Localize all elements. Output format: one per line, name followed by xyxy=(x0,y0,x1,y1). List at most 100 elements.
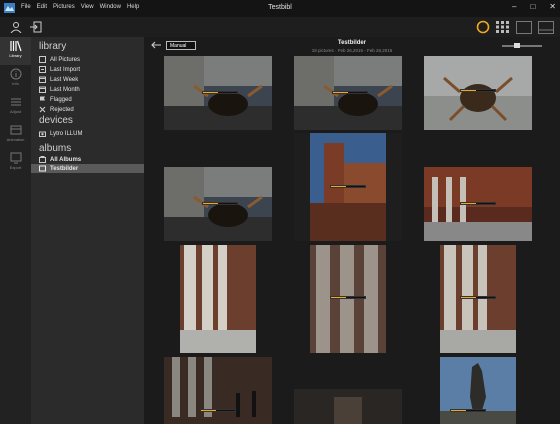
window-title: Testbibl xyxy=(268,4,292,11)
grid-view-icon[interactable] xyxy=(496,21,510,33)
minimize-button[interactable]: – xyxy=(512,2,516,11)
animation-icon xyxy=(10,125,21,135)
progress-fill xyxy=(203,92,219,93)
x-icon xyxy=(39,106,46,113)
album-icon xyxy=(39,165,46,172)
devices-heading: devices xyxy=(39,115,73,126)
progress-fill xyxy=(331,297,347,298)
sidebar-item-lytro-illum[interactable]: Lytro ILLUM xyxy=(39,129,143,138)
photo-crab-sky xyxy=(424,56,532,130)
thumbnail[interactable] xyxy=(424,167,532,241)
photo-grid-area: Manual Testbilder 19 pictures · Feb 26,2… xyxy=(144,37,560,424)
progress-bar xyxy=(330,296,366,299)
progress-bar xyxy=(460,296,496,299)
photo-columns-blur xyxy=(310,245,386,353)
sidebar-item-last-week[interactable]: Last Week xyxy=(39,75,143,84)
sidebar-item-all-albums[interactable]: All Albums xyxy=(39,155,143,164)
album-subtitle: 19 pictures · Feb 26,2015 - Feb 26,2015 xyxy=(311,48,393,53)
album-title: Testbilder xyxy=(337,40,367,46)
photo-dark xyxy=(294,389,402,424)
photo-columns-people xyxy=(164,357,272,424)
progress-fill xyxy=(203,203,219,204)
thumbnail[interactable] xyxy=(294,56,402,130)
calendar-icon xyxy=(39,76,46,83)
single-view-icon[interactable] xyxy=(516,20,532,34)
progress-bar xyxy=(460,89,496,92)
sidebar-item-label: Last Month xyxy=(50,86,80,93)
progress-bar xyxy=(202,91,238,94)
progress-fill xyxy=(201,410,217,411)
rail-library-label: Library xyxy=(9,53,22,58)
sidebar-item-label: All Pictures xyxy=(50,56,81,63)
rail-adjust[interactable]: Adjust xyxy=(0,93,31,121)
progress-bar xyxy=(330,185,366,188)
title-bar: File Edit Pictures View Window Help Test… xyxy=(0,0,560,17)
sidebar-item-label: Testbilder xyxy=(50,165,79,172)
thumbnail[interactable] xyxy=(180,245,256,353)
zoom-slider-knob[interactable] xyxy=(514,43,520,48)
user-icon[interactable] xyxy=(10,21,22,33)
thumbnail[interactable] xyxy=(440,245,516,353)
thumbnail[interactable] xyxy=(310,245,386,353)
progress-fill xyxy=(331,186,347,187)
sidebar-item-label: Rejected xyxy=(50,106,74,113)
thumbnail[interactable] xyxy=(424,56,532,130)
thumbnail[interactable] xyxy=(440,357,516,424)
sidebar-item-last-month[interactable]: Last Month xyxy=(39,85,143,94)
sidebar-item-label: All Albums xyxy=(50,156,82,163)
rail-info[interactable]: Info xyxy=(0,65,31,93)
library-icon xyxy=(9,40,22,52)
sidebar-item-label: Flagged xyxy=(50,96,72,103)
photo-statue xyxy=(440,357,516,424)
progress-bar xyxy=(202,202,238,205)
rail-library[interactable]: Library xyxy=(0,37,31,65)
toolbar xyxy=(0,17,560,37)
progress-fill xyxy=(461,203,477,204)
progress-bar xyxy=(200,409,236,412)
camera-icon xyxy=(39,131,46,137)
maximize-button[interactable]: □ xyxy=(530,2,535,11)
progress-fill xyxy=(451,410,467,411)
rail-animation-label: Animation xyxy=(6,137,25,142)
module-rail: Library Info Adjust Animation Export xyxy=(0,37,31,424)
sidebar-item-testbilder[interactable]: Testbilder xyxy=(31,164,144,173)
photo-columns xyxy=(440,245,516,353)
rail-export-label: Export xyxy=(9,165,22,170)
sidebar: library All Pictures Last Import Last We… xyxy=(31,37,144,424)
pictures-icon xyxy=(39,56,46,63)
progress-fill xyxy=(461,297,477,298)
zoom-slider[interactable] xyxy=(502,45,542,47)
sidebar-item-label: Lytro ILLUM xyxy=(50,130,83,137)
sidebar-item-flagged[interactable]: Flagged xyxy=(39,95,143,104)
compare-view-icon[interactable] xyxy=(538,20,554,34)
albums-heading: albums xyxy=(39,143,72,154)
thumbnail[interactable] xyxy=(164,56,272,130)
living-picture-view-icon[interactable] xyxy=(476,20,490,34)
thumbnail[interactable] xyxy=(164,167,272,241)
rail-animation[interactable]: Animation xyxy=(0,121,31,149)
close-button[interactable]: ✕ xyxy=(549,2,556,11)
sidebar-item-last-import[interactable]: Last Import xyxy=(39,65,143,74)
progress-fill xyxy=(333,92,349,93)
sidebar-item-label: Last Week xyxy=(50,76,79,83)
adjust-icon xyxy=(10,98,21,106)
info-icon xyxy=(10,68,21,80)
photo-columns xyxy=(180,245,256,353)
thumbnail[interactable] xyxy=(294,389,402,424)
thumbnail[interactable] xyxy=(294,133,402,241)
progress-bar xyxy=(332,91,368,94)
export-icon xyxy=(10,152,21,164)
calendar-icon xyxy=(39,86,46,93)
progress-bar xyxy=(450,409,486,412)
window-controls: – □ ✕ xyxy=(512,2,556,11)
sidebar-item-rejected[interactable]: Rejected xyxy=(39,105,143,114)
rail-adjust-label: Adjust xyxy=(9,109,22,114)
rail-export[interactable]: Export xyxy=(0,149,31,177)
sidebar-item-all-pictures[interactable]: All Pictures xyxy=(39,55,143,64)
progress-fill xyxy=(461,90,477,91)
library-heading: library xyxy=(39,41,67,52)
import-icon[interactable] xyxy=(30,21,42,33)
thumbnail[interactable] xyxy=(164,357,272,424)
flag-icon xyxy=(40,96,45,103)
progress-bar xyxy=(460,202,496,205)
